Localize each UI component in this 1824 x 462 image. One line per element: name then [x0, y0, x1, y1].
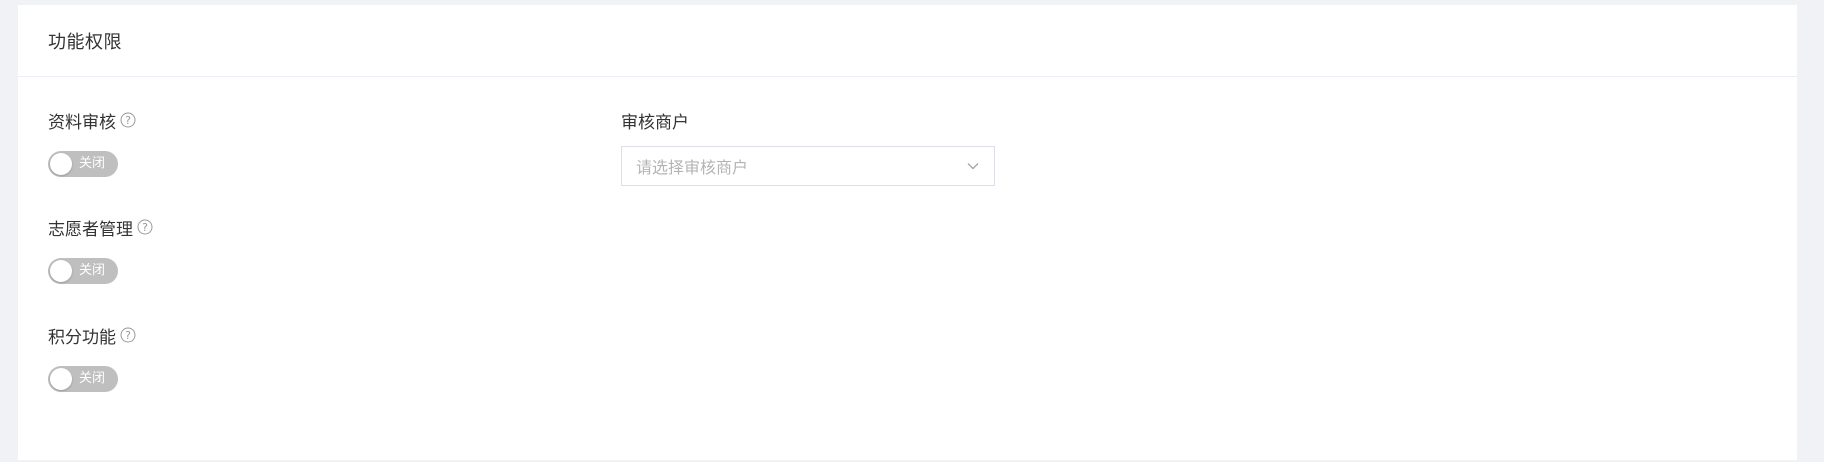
svg-text:?: ?	[125, 329, 131, 342]
section-title: 功能权限	[48, 31, 122, 53]
question-circle-icon[interactable]: ?	[120, 112, 136, 128]
field-label: 志愿者管理	[48, 219, 133, 240]
field-data-review: 资料审核 ? 关闭	[48, 108, 136, 177]
toggle-text: 关闭	[79, 371, 106, 386]
field-points-function: 积分功能 ? 关闭	[48, 323, 136, 392]
svg-text:?: ?	[142, 221, 148, 234]
merchant-select[interactable]: 请选择审核商户	[621, 146, 995, 186]
chevron-down-icon	[966, 159, 980, 173]
field-label: 积分功能	[48, 327, 116, 348]
merchant-label: 审核商户	[621, 112, 689, 133]
permissions-card: 功能权限 资料审核 ? 关闭 志愿者管理 ? 关闭 积分功能 ? 关闭 审核商户…	[18, 5, 1797, 460]
volunteer-management-toggle[interactable]: 关闭	[48, 258, 118, 284]
field-review-merchant: 审核商户 请选择审核商户	[621, 108, 995, 186]
card-header: 功能权限	[18, 5, 1797, 77]
field-volunteer-management: 志愿者管理 ? 关闭	[48, 215, 153, 284]
toggle-knob	[50, 260, 72, 282]
toggle-knob	[50, 368, 72, 390]
field-label: 资料审核	[48, 112, 116, 133]
svg-text:?: ?	[125, 114, 131, 127]
toggle-text: 关闭	[79, 156, 106, 171]
merchant-select-placeholder: 请选择审核商户	[636, 158, 749, 177]
data-review-toggle[interactable]: 关闭	[48, 151, 118, 177]
toggle-knob	[50, 153, 72, 175]
points-function-toggle[interactable]: 关闭	[48, 366, 118, 392]
question-circle-icon[interactable]: ?	[137, 219, 153, 235]
question-circle-icon[interactable]: ?	[120, 327, 136, 343]
toggle-text: 关闭	[79, 263, 106, 278]
